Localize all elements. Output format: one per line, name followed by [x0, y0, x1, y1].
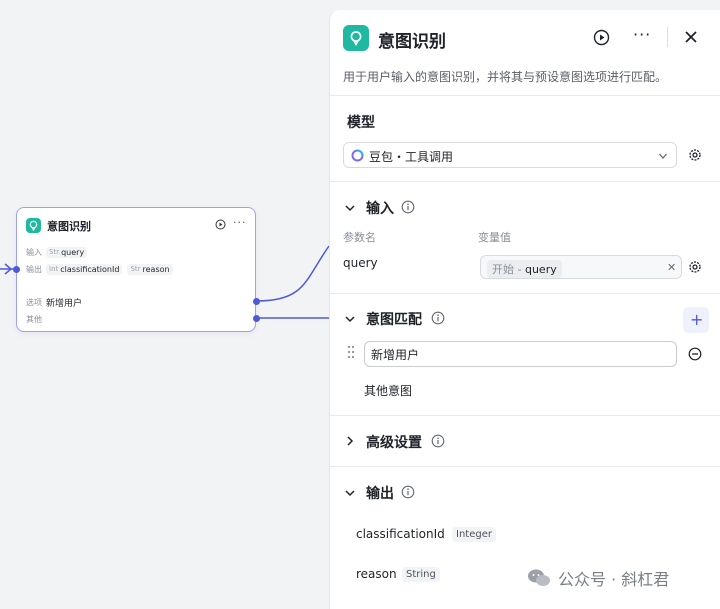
- output-field-name: classificationId: [356, 527, 445, 541]
- node-other-row: 其他: [26, 312, 46, 326]
- output-field-name: reason: [356, 567, 397, 581]
- intent-section-title: 意图匹配: [366, 312, 422, 328]
- gear-icon[interactable]: [688, 148, 702, 162]
- intent-option-input[interactable]: [364, 341, 677, 367]
- variable-reference-field[interactable]: 开始 - query ✕: [480, 255, 682, 279]
- tag-value: query: [61, 247, 85, 257]
- chevron-down-icon[interactable]: [344, 202, 356, 214]
- param-name: query: [343, 256, 378, 270]
- panel-header: 意图识别 ··· 用于用户输入的意图识别，并将其与预设意图选项进行匹配。: [330, 10, 720, 96]
- node-other-label: 其他: [26, 314, 42, 324]
- param-name-header: 参数名: [343, 231, 376, 244]
- more-icon[interactable]: ···: [233, 216, 247, 229]
- type-label: Str: [49, 248, 60, 256]
- node-option-value: 新增用户: [46, 298, 83, 309]
- more-icon[interactable]: ···: [633, 25, 651, 44]
- input-port[interactable]: [13, 266, 20, 273]
- plus-icon: +: [690, 310, 704, 329]
- info-icon[interactable]: [401, 485, 415, 499]
- watermark: 公众号 · 斜杠君: [527, 566, 669, 590]
- ref-variable: query: [524, 263, 557, 276]
- node-input-tag: Str query: [46, 246, 88, 258]
- option-wire[interactable]: [256, 245, 330, 302]
- bulb-icon: [26, 218, 41, 233]
- type-label: Int: [49, 265, 59, 273]
- bulb-icon: [343, 25, 369, 51]
- output-section-title: 输出: [366, 486, 394, 502]
- info-icon[interactable]: [401, 200, 415, 214]
- info-icon[interactable]: [431, 434, 445, 448]
- info-icon[interactable]: [431, 311, 445, 325]
- panel-title: 意图识别: [378, 32, 446, 52]
- param-value-header: 变量值: [478, 231, 511, 244]
- close-icon[interactable]: [682, 28, 700, 46]
- model-section-title: 模型: [347, 115, 375, 131]
- ref-source: 开始 -: [492, 263, 522, 276]
- header-divider: [667, 27, 668, 47]
- drag-handle-icon[interactable]: [347, 345, 355, 359]
- node-output-row: 输出 Int classificationId Str reason: [26, 262, 178, 276]
- minus-icon[interactable]: [688, 347, 702, 361]
- tag-value: classificationId: [60, 264, 120, 274]
- input-section-title: 输入: [366, 201, 394, 217]
- node-output-tag: Str reason: [127, 263, 173, 275]
- node-output-tag: Int classificationId: [46, 263, 123, 275]
- node-settings-panel: 意图识别 ··· 用于用户输入的意图识别，并将其与预设意图选项进行匹配。 模型 …: [329, 10, 720, 609]
- type-label: Str: [130, 265, 141, 273]
- variable-chip: 开始 - query: [487, 260, 562, 278]
- doubao-logo-icon: [351, 149, 364, 162]
- output-field-type: String: [402, 567, 440, 582]
- node-output-label: 输出: [26, 264, 42, 274]
- gear-icon[interactable]: [688, 260, 702, 274]
- advanced-section-title: 高级设置: [366, 435, 422, 451]
- chevron-down-icon[interactable]: [344, 487, 356, 499]
- chevron-down-icon[interactable]: [344, 313, 356, 325]
- intent-node-card[interactable]: 意图识别 ··· 输入 Str query 输出 Int classificatio…: [13, 207, 260, 332]
- model-select[interactable]: 豆包・工具调用: [343, 142, 677, 168]
- node-title: 意图识别: [47, 220, 91, 233]
- output-field-type: Integer: [452, 527, 496, 542]
- tag-value: reason: [142, 264, 170, 274]
- clear-icon[interactable]: ✕: [667, 261, 676, 274]
- other-port[interactable]: [253, 315, 260, 322]
- run-icon[interactable]: [593, 29, 610, 46]
- add-intent-button[interactable]: +: [683, 307, 709, 333]
- node-header: 意图识别 ···: [17, 208, 255, 242]
- model-select-value: 豆包・工具调用: [369, 150, 454, 164]
- watermark-text: 公众号 · 斜杠君: [558, 570, 670, 589]
- chevron-right-icon[interactable]: [344, 435, 356, 447]
- node-option-row: 选项 新增用户: [26, 295, 82, 309]
- node-input-label: 输入: [26, 247, 42, 257]
- node-option-label: 选项: [26, 297, 42, 307]
- other-intent-label: 其他意图: [364, 384, 413, 398]
- option-port[interactable]: [253, 298, 260, 305]
- wechat-icon: [528, 569, 550, 586]
- model-section: [330, 96, 720, 182]
- run-icon[interactable]: [215, 219, 226, 230]
- node-input-row: 输入 Str query: [26, 245, 92, 259]
- panel-description: 用于用户输入的意图识别，并将其与预设意图选项进行匹配。: [343, 70, 668, 84]
- chevron-down-icon: [659, 153, 667, 159]
